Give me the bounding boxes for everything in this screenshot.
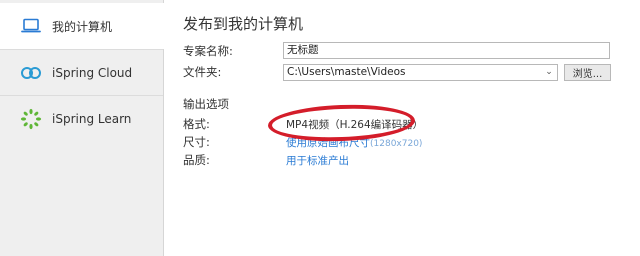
size-label: 尺寸: [183,135,210,149]
quality-label: 品质: [183,153,210,167]
learn-icon [20,108,42,130]
project-name-label: 专案名称: [183,44,233,58]
folder-label: 文件夹: [183,65,222,79]
laptop-icon [20,15,42,37]
sidebar-item-my-computer[interactable]: 我的计算机 [0,3,164,49]
sidebar-item-label: iSpring Learn [52,112,132,126]
folder-path: C:\Users\maste\Videos [287,66,406,78]
size-detail: (1280x720) [370,139,423,149]
sidebar-item-label: 我的计算机 [52,19,113,34]
sidebar: 我的计算机 iSpring Cloud iSpring Learn [0,0,164,256]
project-name-input[interactable]: 无标题 [283,42,610,59]
sidebar-item-ispring-learn[interactable]: iSpring Learn [0,96,163,142]
format-label: 格式: [183,117,210,131]
quality-link[interactable]: 用于标准产出 [286,153,349,168]
output-options-heading: 输出选项 [183,97,229,111]
chevron-down-icon[interactable]: ⌄ [543,65,555,80]
page-title: 发布到我的计算机 [183,15,304,33]
browse-button[interactable]: 浏览... [564,64,611,81]
sidebar-item-label: iSpring Cloud [52,66,133,80]
folder-combobox[interactable]: C:\Users\maste\Videos ⌄ [283,64,558,81]
cloud-icon [20,62,42,84]
sidebar-item-ispring-cloud[interactable]: iSpring Cloud [0,50,163,96]
